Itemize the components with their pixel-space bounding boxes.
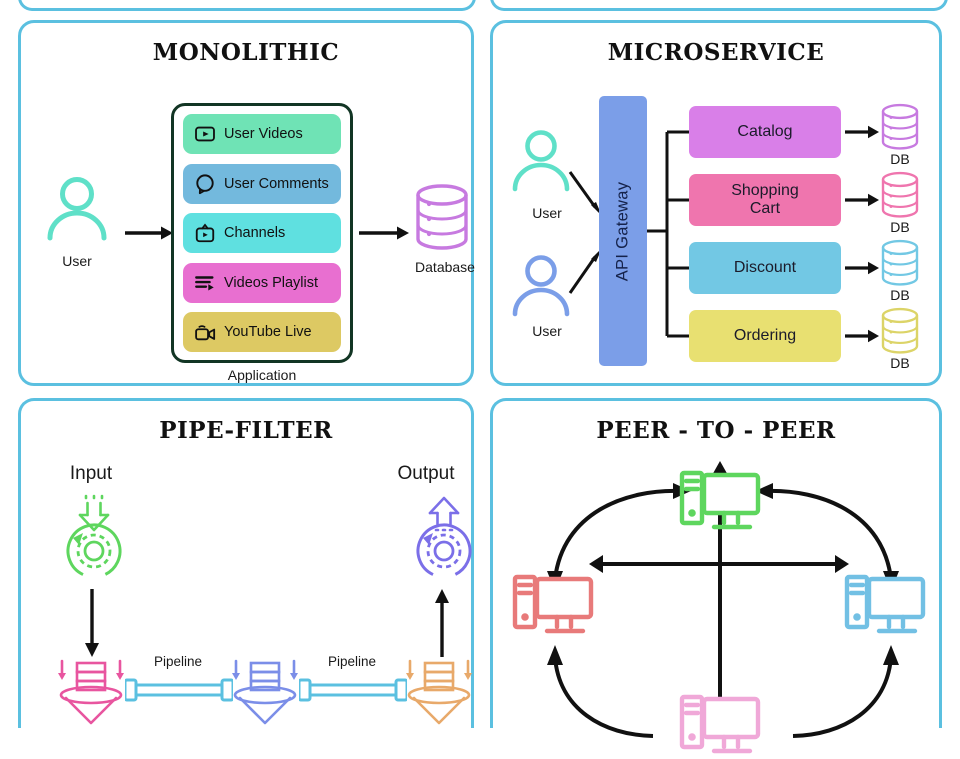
arrow-user-to-application xyxy=(125,226,173,240)
microservice-discount[interactable]: Discount xyxy=(689,242,841,294)
user-icon xyxy=(512,130,570,192)
database-icon xyxy=(416,184,468,250)
pipefilter-input-process-icon-group xyxy=(59,493,129,583)
discount-db-label: DB xyxy=(890,287,910,303)
panel-peek-top-right xyxy=(490,0,948,11)
pipefilter-output-label: Output xyxy=(397,463,455,484)
peer-node-top xyxy=(678,469,762,535)
user-icon xyxy=(512,255,570,317)
user-icon xyxy=(47,177,107,241)
filter-3-icon-group xyxy=(401,659,473,731)
arrow-input-down xyxy=(85,589,99,657)
video-camera-icon xyxy=(195,325,216,341)
arrow-discount-to-db xyxy=(845,261,879,275)
service-user-comments[interactable]: User Comments xyxy=(183,163,341,204)
microservice-label: Discount xyxy=(733,259,797,277)
microservice-catalog[interactable]: Catalog xyxy=(689,106,841,158)
tv-icon xyxy=(195,223,215,243)
play-box-icon xyxy=(195,126,215,142)
panel-monolithic: MONOLITHIC User User Videos User Comment… xyxy=(18,20,477,386)
filter-2-icon-group xyxy=(227,659,299,731)
monolithic-application-box: User Videos User Comments Channels Video… xyxy=(171,103,353,363)
pipeline-label-1: Pipeline xyxy=(153,654,203,669)
panel-title-monolithic: MONOLITHIC xyxy=(152,39,340,66)
monolithic-database-icon-group xyxy=(413,183,477,251)
monolithic-user-icon-group xyxy=(37,175,117,241)
comment-bubble-icon xyxy=(196,173,214,194)
architecture-pattern-sheet: MONOLITHIC User User Videos User Comment… xyxy=(0,0,960,754)
microservice-label: Catalog xyxy=(737,123,793,141)
peer-node-right xyxy=(843,573,927,639)
shopping-cart-db-icon-group xyxy=(879,171,921,219)
api-gateway-label: API Gateway xyxy=(613,181,632,281)
database-icon xyxy=(881,307,919,354)
arrow-application-to-database xyxy=(359,226,409,240)
peer-node-bottom xyxy=(678,693,762,759)
service-label: Videos Playlist xyxy=(224,274,319,291)
panel-title-microservice: MICROSERVICE xyxy=(607,39,825,66)
arrow-output-up xyxy=(435,589,449,657)
arrow-catalog-to-db xyxy=(845,125,879,139)
service-channels[interactable]: Channels xyxy=(183,213,341,253)
panel-microservice: MICROSERVICE User User API Gateway Catal… xyxy=(490,20,942,386)
microservice-user-2-label: User xyxy=(532,323,562,339)
microservice-ordering[interactable]: Ordering xyxy=(689,310,841,362)
panel-pipefilter: PIPE-FILTER Input Output Pipeline Pipeli… xyxy=(18,398,474,728)
pipefilter-input-label: Input xyxy=(69,463,113,484)
arrow-shopping-cart-to-db xyxy=(845,193,879,207)
service-label: YouTube Live xyxy=(224,324,312,340)
pipeline-label-2: Pipeline xyxy=(327,654,377,669)
ordering-db-label: DB xyxy=(890,355,910,371)
microservice-label: Ordering xyxy=(733,327,797,345)
gateway-service-bus xyxy=(647,130,689,338)
computer-icon xyxy=(679,470,761,530)
filter-funnel-icon xyxy=(232,659,298,725)
discount-db-icon-group xyxy=(879,239,921,287)
pipe-connector-1 xyxy=(125,678,233,702)
monolithic-application-label: Application xyxy=(227,367,297,383)
service-label: User Comments xyxy=(224,175,329,192)
computer-icon xyxy=(512,574,594,634)
panel-peertopeer: PEER - TO - PEER xyxy=(490,398,942,754)
monolithic-user-label: User xyxy=(62,253,92,269)
catalog-db-icon-group xyxy=(879,103,921,151)
filter-funnel-icon xyxy=(406,659,472,725)
panel-peek-top-left xyxy=(18,0,476,11)
panel-title-pipefilter: PIPE-FILTER xyxy=(159,417,333,444)
shopping-cart-db-label: DB xyxy=(890,219,910,235)
output-gear-arrow-icon xyxy=(416,496,472,579)
filter-funnel-icon xyxy=(58,659,124,725)
playlist-icon xyxy=(195,275,214,291)
microservice-label: Shopping Cart xyxy=(731,182,799,217)
service-videos-playlist[interactable]: Videos Playlist xyxy=(183,262,341,303)
service-user-videos[interactable]: User Videos xyxy=(183,114,341,154)
panel-title-peertopeer: PEER - TO - PEER xyxy=(596,417,836,444)
ordering-db-icon-group xyxy=(879,307,921,355)
database-icon xyxy=(881,239,919,286)
database-icon xyxy=(881,103,919,150)
computer-icon xyxy=(844,574,926,634)
api-gateway-box[interactable]: API Gateway xyxy=(599,96,647,366)
peer-node-left xyxy=(511,573,595,639)
service-label: User Videos xyxy=(224,126,303,142)
database-icon xyxy=(881,171,919,218)
pipe-connector-2 xyxy=(299,678,407,702)
input-gear-arrow-icon xyxy=(66,494,122,579)
filter-1-icon-group xyxy=(53,659,125,731)
monolithic-database-label: Database xyxy=(415,259,475,275)
microservice-shopping-cart[interactable]: Shopping Cart xyxy=(689,174,841,226)
computer-icon xyxy=(679,694,761,754)
arrow-ordering-to-db xyxy=(845,329,879,343)
catalog-db-label: DB xyxy=(890,151,910,167)
pipefilter-output-process-icon-group xyxy=(409,493,479,583)
service-youtube-live[interactable]: YouTube Live xyxy=(183,312,341,352)
service-label: Channels xyxy=(224,225,286,241)
